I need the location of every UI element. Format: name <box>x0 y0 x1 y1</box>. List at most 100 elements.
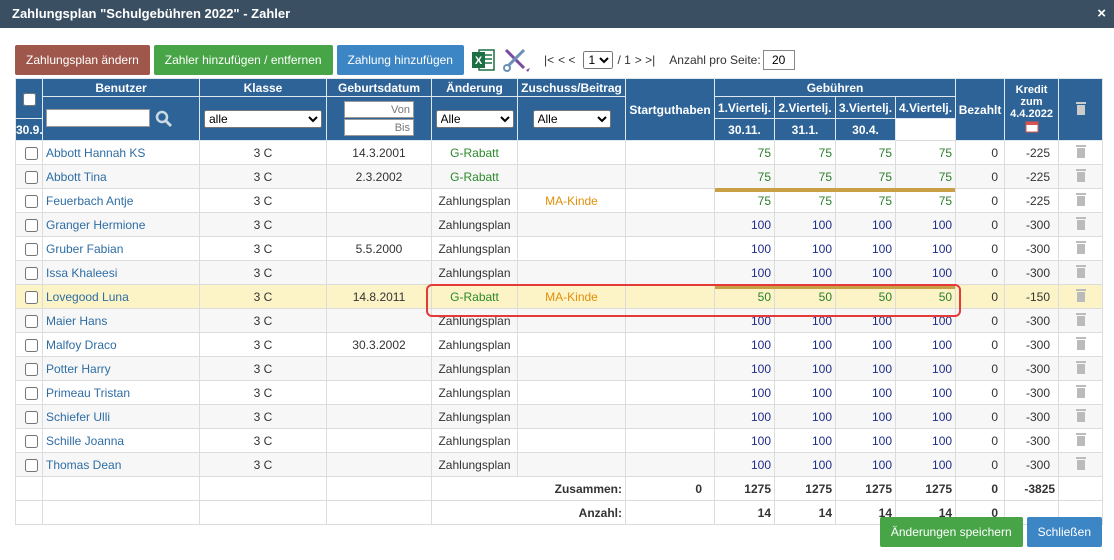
row-checkbox[interactable] <box>25 170 38 184</box>
fee-q4-cell[interactable]: 100 <box>894 380 957 405</box>
user-name-link[interactable]: Feuerbach Antje <box>42 188 200 213</box>
page-select[interactable]: 1 <box>583 51 614 69</box>
calendar-icon[interactable] <box>1025 120 1039 133</box>
fee-q3-cell[interactable]: 100 <box>835 452 896 477</box>
user-name-link[interactable]: Abbott Hannah KS <box>42 140 200 165</box>
trash-icon[interactable] <box>1075 336 1087 350</box>
user-name-link[interactable]: Issa Khaleesi <box>42 260 200 285</box>
row-checkbox[interactable] <box>25 242 38 256</box>
change-cell[interactable]: G-Rabatt <box>431 164 518 189</box>
fee-q4-cell[interactable]: 100 <box>894 236 957 261</box>
subsidy-cell[interactable] <box>517 404 626 429</box>
col-benutzer[interactable]: Benutzer <box>42 78 200 97</box>
trash-icon[interactable] <box>1075 101 1087 115</box>
fee-q1-cell[interactable]: 100 <box>714 356 775 381</box>
table-row[interactable]: Schiefer Ulli 3 C Zahlungsplan 100 100 100 100… <box>15 404 1104 429</box>
trash-icon[interactable] <box>1075 144 1087 158</box>
row-checkbox[interactable] <box>25 218 38 232</box>
table-row[interactable]: Potter Harry 3 C Zahlungsplan 100 100 100 100 0… <box>15 356 1104 381</box>
fee-q2-cell[interactable]: 100 <box>774 212 836 237</box>
table-row[interactable]: Feuerbach Antje 3 C Zahlungsplan MA-Kinde 75… <box>15 188 1104 213</box>
change-cell[interactable]: Zahlungsplan <box>431 260 518 285</box>
trash-icon[interactable] <box>1075 240 1087 254</box>
user-name-link[interactable]: Thomas Dean <box>42 452 200 477</box>
col-geburtsdatum[interactable]: Geburtsdatum <box>326 78 432 97</box>
fee-q3-cell[interactable]: 100 <box>835 428 896 453</box>
table-row[interactable]: Issa Khaleesi 3 C Zahlungsplan 100 100 100 100… <box>15 260 1104 285</box>
user-name-link[interactable]: Gruber Fabian <box>42 236 200 261</box>
subsidy-cell[interactable] <box>517 380 626 405</box>
change-cell[interactable]: Zahlungsplan <box>431 188 518 213</box>
fee-q3-cell[interactable]: 100 <box>835 356 896 381</box>
fee-q1-cell[interactable]: 100 <box>714 428 775 453</box>
change-cell[interactable]: G-Rabatt <box>431 140 518 165</box>
row-checkbox[interactable] <box>25 338 38 352</box>
row-checkbox[interactable] <box>25 458 38 472</box>
fee-q1-cell[interactable]: 100 <box>714 260 775 285</box>
change-cell[interactable]: Zahlungsplan <box>431 356 518 381</box>
close-button[interactable]: Schließen <box>1026 517 1102 547</box>
fee-q4-cell[interactable]: 100 <box>894 332 957 357</box>
user-name-link[interactable]: Maier Hans <box>42 308 200 333</box>
fee-q3-cell[interactable]: 75 <box>835 140 896 165</box>
change-cell[interactable]: Zahlungsplan <box>431 332 518 357</box>
fee-q2-cell[interactable]: 75 <box>774 188 836 213</box>
table-row[interactable]: Thomas Dean 3 C Zahlungsplan 100 100 100 100 0-… <box>15 452 1104 477</box>
aenderung-select[interactable]: Alle <box>435 109 514 128</box>
fee-q3-cell[interactable]: 75 <box>835 164 896 189</box>
subsidy-cell[interactable] <box>517 356 626 381</box>
fee-q2-cell[interactable]: 100 <box>774 308 836 333</box>
pager-next[interactable]: > >| <box>635 53 655 67</box>
row-checkbox[interactable] <box>25 386 38 400</box>
fee-q1-cell[interactable]: 100 <box>714 404 775 429</box>
trash-icon[interactable] <box>1075 264 1087 278</box>
pager-first[interactable]: |< <box>544 53 554 67</box>
user-name-link[interactable]: Abbott Tina <box>42 164 200 189</box>
change-cell[interactable]: Zahlungsplan <box>431 380 518 405</box>
subsidy-cell[interactable] <box>517 260 626 285</box>
subsidy-cell[interactable] <box>517 428 626 453</box>
fee-q4-cell[interactable]: 75 <box>894 188 957 213</box>
change-cell[interactable]: Zahlungsplan <box>431 236 518 261</box>
fee-q3-cell[interactable]: 75 <box>835 188 896 213</box>
user-name-link[interactable]: Granger Hermione <box>42 212 200 237</box>
col-zuschuss[interactable]: Zuschuss/Beitrag <box>517 78 626 97</box>
row-checkbox[interactable] <box>25 362 38 376</box>
fee-q3-cell[interactable]: 100 <box>835 404 896 429</box>
change-cell[interactable]: Zahlungsplan <box>431 308 518 333</box>
change-cell[interactable]: G-Rabatt <box>431 284 518 309</box>
trash-icon[interactable] <box>1075 432 1087 446</box>
fee-q2-cell[interactable]: 100 <box>774 452 836 477</box>
row-checkbox[interactable] <box>25 290 38 304</box>
fee-q2-cell[interactable]: 75 <box>774 140 836 165</box>
fee-q3-cell[interactable]: 100 <box>835 380 896 405</box>
row-checkbox[interactable] <box>25 146 38 160</box>
fee-q3-cell[interactable]: 100 <box>835 260 896 285</box>
per-page-input[interactable] <box>762 50 795 70</box>
user-name-link[interactable]: Schille Joanna <box>42 428 200 453</box>
subsidy-cell[interactable] <box>517 140 626 165</box>
date-from-input[interactable] <box>344 101 414 118</box>
fee-q4-cell[interactable]: 100 <box>894 404 957 429</box>
fee-q4-cell[interactable]: 75 <box>894 164 957 189</box>
subsidy-cell[interactable] <box>517 212 626 237</box>
fee-q4-cell[interactable]: 100 <box>894 212 957 237</box>
trash-icon[interactable] <box>1075 312 1087 326</box>
fee-q4-cell[interactable]: 100 <box>894 428 957 453</box>
table-row[interactable]: Maier Hans 3 C Zahlungsplan 100 100 100 100 0 -3… <box>15 308 1104 333</box>
fee-q2-cell[interactable]: 100 <box>774 260 836 285</box>
date-to-input[interactable] <box>344 119 414 136</box>
fee-q3-cell[interactable]: 100 <box>835 332 896 357</box>
col-aenderung[interactable]: Änderung <box>431 78 518 97</box>
fee-q1-cell[interactable]: 100 <box>714 236 775 261</box>
subsidy-cell[interactable] <box>517 332 626 357</box>
trash-icon[interactable] <box>1075 192 1087 206</box>
fee-q3-cell[interactable]: 100 <box>835 308 896 333</box>
subsidy-cell[interactable] <box>517 164 626 189</box>
fee-q4-cell[interactable]: 100 <box>894 452 957 477</box>
table-row[interactable]: Malfoy Draco 3 C 30.3.2002 Zahlungsplan 100 1… <box>15 332 1104 357</box>
table-row[interactable]: Abbott Hannah KS 3 C 14.3.2001 G-Rabatt 75 75… <box>15 140 1104 165</box>
fee-q2-cell[interactable]: 75 <box>774 164 836 189</box>
subsidy-cell[interactable]: MA-Kinde <box>517 284 626 309</box>
excel-icon[interactable]: X <box>468 45 498 75</box>
